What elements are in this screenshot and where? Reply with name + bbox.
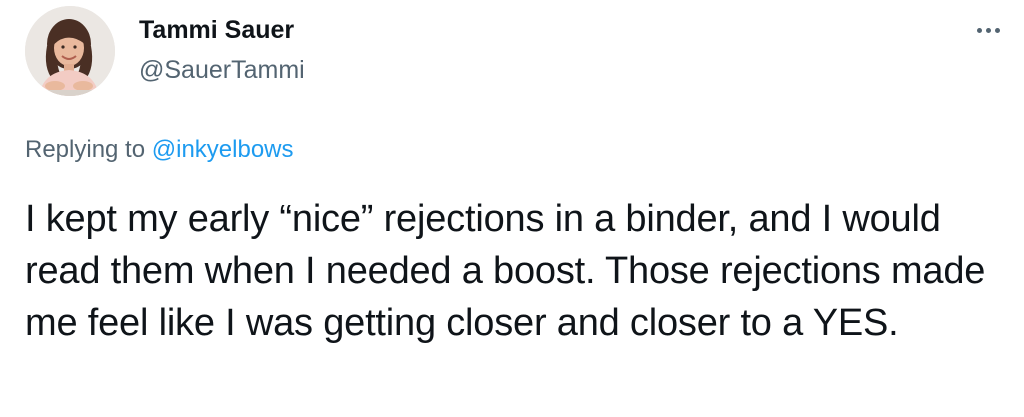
tweet-text: I kept my early “nice” rejections in a b… bbox=[25, 198, 986, 344]
author-handle[interactable]: @SauerTammi bbox=[139, 54, 305, 86]
profile-photo-icon bbox=[25, 6, 115, 96]
more-horizontal-icon-dot bbox=[994, 27, 1000, 33]
more-horizontal-icon-dot bbox=[985, 27, 991, 33]
more-options-button[interactable] bbox=[970, 18, 1006, 42]
author-avatar[interactable] bbox=[25, 6, 115, 96]
replying-to-label: Replying to bbox=[25, 136, 146, 163]
more-horizontal-icon bbox=[976, 27, 982, 33]
author-display-name[interactable]: Tammi Sauer bbox=[139, 14, 294, 46]
tweet-card: Tammi Sauer @SauerTammi Replying to @ink… bbox=[0, 0, 1024, 417]
replying-to-line: Replying to @inkyelbows bbox=[25, 134, 294, 166]
reply-target-link[interactable]: @inkyelbows bbox=[152, 136, 294, 163]
